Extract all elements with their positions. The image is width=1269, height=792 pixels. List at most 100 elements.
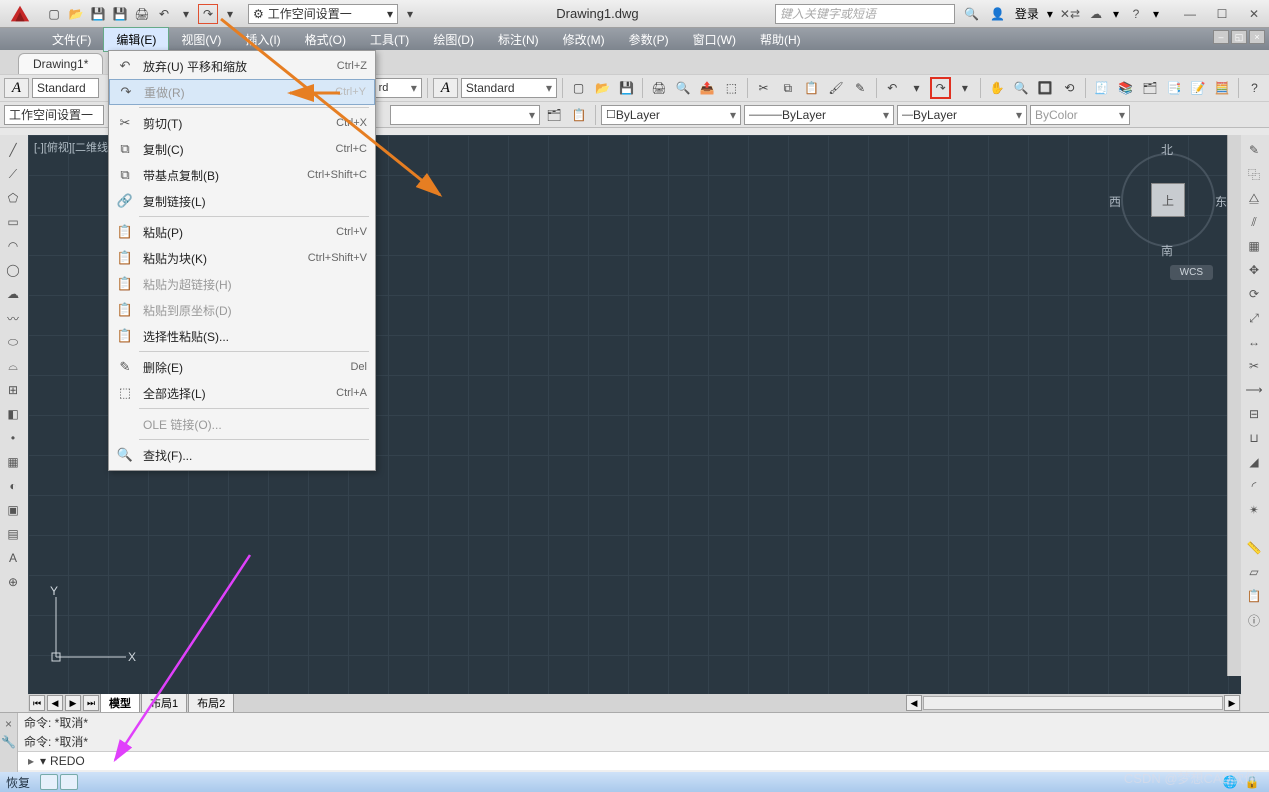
cut-icon[interactable]: ✂ (753, 77, 774, 99)
publish-icon[interactable]: 📤 (697, 77, 718, 99)
mtext-icon[interactable]: A (2, 547, 24, 569)
matchprop-icon[interactable]: 🖌 (825, 77, 846, 99)
ellipse-icon[interactable]: ⬭ (2, 331, 24, 353)
maximize-button[interactable]: ☐ (1207, 4, 1237, 24)
menu-item[interactable]: ✎删除(E)Del (109, 354, 375, 380)
linetype-combo[interactable]: ——— ByLayer▾ (744, 105, 894, 125)
hatch-icon[interactable]: ▦ (2, 451, 24, 473)
undo-icon[interactable]: ↶ (882, 77, 903, 99)
trim-icon[interactable]: ✂ (1243, 355, 1265, 377)
close-button[interactable]: ✕ (1239, 4, 1269, 24)
region-icon[interactable]: ▣ (2, 499, 24, 521)
blockeditor-icon[interactable]: ✎ (850, 77, 871, 99)
chevron-down-icon[interactable]: ▾ (1153, 7, 1159, 21)
block-icon[interactable]: ◧ (2, 403, 24, 425)
dist-icon[interactable]: 📏 (1243, 537, 1265, 559)
extend-icon[interactable]: ⟶ (1243, 379, 1265, 401)
point-icon[interactable]: • (2, 427, 24, 449)
fillet-icon[interactable]: ◜ (1243, 475, 1265, 497)
menu-insert[interactable]: 插入(I) (233, 28, 292, 51)
status-toggle[interactable] (40, 774, 58, 790)
menu-item[interactable]: ⧉带基点复制(B)Ctrl+Shift+C (109, 162, 375, 188)
dimstyle-combo[interactable]: Standard▾ (461, 78, 557, 98)
wcs-badge[interactable]: WCS (1170, 265, 1213, 280)
layer-states-icon[interactable]: 📋 (568, 104, 590, 126)
move-icon[interactable]: ✥ (1243, 259, 1265, 281)
command-handle[interactable]: ×🔧 (0, 713, 18, 772)
circle-icon[interactable]: ◯ (2, 259, 24, 281)
command-input-row[interactable]: ▸ ▾ REDO (18, 751, 1269, 770)
command-input[interactable]: REDO (50, 754, 85, 768)
offset-icon[interactable]: ⫽ (1243, 211, 1265, 233)
3dprint-icon[interactable]: ⬚ (721, 77, 742, 99)
redo-icon[interactable]: ↷ (930, 77, 951, 99)
pan-icon[interactable]: ✋ (986, 77, 1007, 99)
save-icon[interactable]: 💾 (88, 4, 108, 24)
redo-dd-icon[interactable]: ▾ (220, 4, 240, 24)
mirror-icon[interactable]: ⧋ (1243, 187, 1265, 209)
open-icon[interactable]: 📂 (66, 4, 86, 24)
menu-item[interactable]: ⬚全部选择(L)Ctrl+A (109, 380, 375, 406)
menu-tools[interactable]: 工具(T) (358, 28, 421, 51)
prev-icon[interactable]: ◀ (47, 695, 63, 711)
mdi-restore[interactable]: ◱ (1231, 30, 1247, 44)
wrench-icon[interactable]: 🔧 (1, 735, 16, 749)
chevron-down-icon[interactable]: ▾ (1047, 7, 1053, 21)
paste-icon[interactable]: 📋 (801, 77, 822, 99)
cloud-icon[interactable]: ☁ (1087, 5, 1105, 23)
search-icon[interactable]: 🔍 (963, 5, 981, 23)
copy-icon[interactable]: ⧉ (777, 77, 798, 99)
exchange-icon[interactable]: ✕⇄ (1061, 5, 1079, 23)
designcenter-icon[interactable]: 📚 (1115, 77, 1136, 99)
workspace-left-combo[interactable]: 工作空间设置一 (4, 105, 104, 125)
chevron-down-icon[interactable]: ▾ (1113, 7, 1119, 21)
menu-window[interactable]: 窗口(W) (681, 28, 748, 51)
mdi-minimize[interactable]: – (1213, 30, 1229, 44)
menu-help[interactable]: 帮助(H) (748, 28, 813, 51)
layout-tab-1[interactable]: 布局1 (141, 693, 187, 713)
color-combo[interactable]: ByColor▾ (1030, 105, 1130, 125)
document-tab[interactable]: Drawing1* (18, 53, 103, 74)
save-icon[interactable]: 💾 (616, 77, 637, 99)
layout-tab-model[interactable]: 模型 (100, 693, 140, 713)
menu-view[interactable]: 视图(V) (169, 28, 233, 51)
first-icon[interactable]: ⏮ (29, 695, 45, 711)
scroll-right-icon[interactable]: ▶ (1224, 695, 1240, 711)
scroll-left-icon[interactable]: ◀ (906, 695, 922, 711)
scale-icon[interactable]: ⤢ (1243, 307, 1265, 329)
stretch-icon[interactable]: ↔ (1243, 331, 1265, 353)
array-icon[interactable]: ▦ (1243, 235, 1265, 257)
saveas-icon[interactable]: 💾 (110, 4, 130, 24)
rotate-icon[interactable]: ⟳ (1243, 283, 1265, 305)
explode-icon[interactable]: ✴ (1243, 499, 1265, 521)
break-icon[interactable]: ⊟ (1243, 403, 1265, 425)
viewcube[interactable]: 上 北 南 东 西 (1113, 145, 1223, 255)
addselected-icon[interactable]: ⊕ (2, 571, 24, 593)
print-icon[interactable]: 🖨 (132, 4, 152, 24)
zoomprev-icon[interactable]: ⟲ (1059, 77, 1080, 99)
rectangle-icon[interactable]: ▭ (2, 211, 24, 233)
preview-icon[interactable]: 🔍 (673, 77, 694, 99)
area-icon[interactable]: ▱ (1243, 561, 1265, 583)
workspace-selector[interactable]: ⚙ 工作空间设置一 ▾ (248, 4, 398, 24)
toolpalettes-icon[interactable]: 🗂 (1139, 77, 1160, 99)
menu-item[interactable]: ⧉复制(C)Ctrl+C (109, 136, 375, 162)
status-toggle[interactable] (60, 774, 78, 790)
quickcalc-icon[interactable]: 🧮 (1212, 77, 1233, 99)
redo-dd-icon[interactable]: ▾ (954, 77, 975, 99)
zoomwin-icon[interactable]: 🔲 (1035, 77, 1056, 99)
table-icon[interactable]: ▤ (2, 523, 24, 545)
menu-item[interactable]: 📋选择性粘贴(S)... (109, 323, 375, 349)
menu-item[interactable]: ✂剪切(T)Ctrl+X (109, 110, 375, 136)
layer-combo[interactable]: ☐ ByLayer▾ (601, 105, 741, 125)
next-icon[interactable]: ▶ (65, 695, 81, 711)
menu-dimension[interactable]: 标注(N) (486, 28, 551, 51)
id-icon[interactable]: ⓘ (1243, 609, 1265, 631)
qat-more-icon[interactable]: ▾ (400, 4, 420, 24)
sheetset-icon[interactable]: 📑 (1163, 77, 1184, 99)
spline-icon[interactable]: 〰 (2, 307, 24, 329)
undo-icon[interactable]: ↶ (154, 4, 174, 24)
menu-item[interactable]: 📋粘贴(P)Ctrl+V (109, 219, 375, 245)
dimstyle-combo-partial[interactable]: rd▾ (374, 78, 422, 98)
copy-icon[interactable]: ⿻ (1243, 163, 1265, 185)
